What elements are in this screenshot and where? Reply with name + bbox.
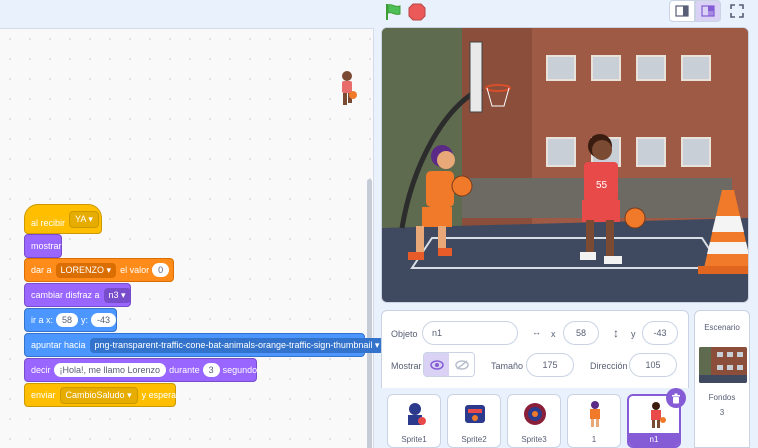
switch-costume-block[interactable]: cambiar disfraz a n3 ▾ <box>24 283 131 307</box>
block-label: al recibir <box>31 218 66 228</box>
say-for-secs-block[interactable]: decir ¡Hola!, me llamo Lorenzo durante 3… <box>24 358 262 382</box>
x-label: x <box>551 329 556 339</box>
block-label: mostrar <box>31 241 62 251</box>
eye-icon <box>429 359 444 370</box>
x-arrows-icon: ↔ <box>532 327 541 337</box>
backdrops-label: Fondos <box>708 393 736 402</box>
eye-hidden-icon <box>454 359 469 370</box>
target-value: png-transparent-traffic-cone-bat-animals… <box>94 339 373 350</box>
trash-icon <box>672 393 680 403</box>
large-stage-icon <box>701 5 715 17</box>
costume-dropdown[interactable]: n3 ▾ <box>103 287 131 303</box>
block-label: segundos <box>222 365 262 375</box>
sprite-list: Sprite1 Sprite2 Sprite3 1 n1 <box>381 388 689 448</box>
sprite-tile[interactable]: 1 <box>567 394 621 448</box>
x-field[interactable]: 58 <box>563 321 599 345</box>
fullscreen-icon <box>730 4 744 18</box>
value-input[interactable]: 0 <box>152 263 170 277</box>
menu-bar <box>0 0 758 24</box>
stage[interactable]: 55 <box>381 27 749 303</box>
show-block[interactable]: mostrar <box>24 234 62 258</box>
y-input[interactable]: -43 <box>91 313 117 327</box>
sprite-tile[interactable]: Sprite3 <box>507 394 561 448</box>
sprite-thumbnail <box>524 403 546 425</box>
direction-label: Dirección <box>590 361 628 371</box>
small-stage-button[interactable] <box>669 0 695 22</box>
sprite-tile[interactable]: Sprite1 <box>387 394 441 448</box>
x-input[interactable]: 58 <box>56 313 79 327</box>
when-i-receive-block[interactable]: al recibir YA ▾ <box>24 204 102 234</box>
block-label: enviar <box>31 390 56 400</box>
large-stage-button[interactable] <box>695 0 721 22</box>
message-value: YA <box>75 214 86 224</box>
green-flag-icon[interactable] <box>383 2 403 22</box>
sprite-name-label: Objeto <box>391 329 418 339</box>
point-towards-block[interactable]: apuntar hacia png-transparent-traffic-co… <box>24 333 385 357</box>
broadcast-value: CambioSaludo <box>65 389 125 400</box>
y-arrows-icon: ↕ <box>613 326 619 340</box>
block-label: ir a x: <box>31 315 54 325</box>
block-label: durante <box>169 365 200 375</box>
stage-scene: 55 <box>382 28 748 302</box>
variable-value: LORENZO <box>60 264 105 275</box>
y-field[interactable]: -43 <box>642 321 678 345</box>
broadcast-and-wait-block[interactable]: enviar CambioSaludo ▾ y esperar <box>24 383 179 407</box>
stage-size-toggle <box>669 0 721 22</box>
sprite-tile-name: n1 <box>629 433 679 446</box>
fullscreen-button[interactable] <box>726 1 748 21</box>
stage-title: Escenario <box>704 323 740 332</box>
sprite-thumbnail <box>651 402 666 428</box>
hide-button[interactable] <box>449 353 474 376</box>
size-field[interactable]: 175 <box>526 353 574 377</box>
sprite-tile-name: 1 <box>591 435 597 444</box>
set-variable-block[interactable]: dar a LORENZO ▾ el valor 0 <box>24 258 174 282</box>
current-sprite-icon <box>342 71 357 105</box>
sprite-name-field[interactable]: n1 <box>422 321 518 345</box>
block-label: apuntar hacia <box>31 340 86 350</box>
sprite-info: Objeto n1 ↔ x 58 ↕ y -43 Mostrar Tamaño … <box>381 310 689 385</box>
sprite-tile[interactable]: Sprite2 <box>447 394 501 448</box>
stop-icon[interactable] <box>407 2 427 22</box>
delete-sprite-button[interactable] <box>666 388 686 408</box>
code-workspace[interactable]: al recibir YA ▾ mostrar dar a LORENZO ▾ … <box>0 28 385 448</box>
size-label: Tamaño <box>491 361 524 371</box>
block-label: el valor <box>120 265 150 275</box>
block-label: decir <box>31 365 51 375</box>
sprite-tile-name: Sprite3 <box>521 435 547 444</box>
stage-selector[interactable]: Escenario Fondos 3 <box>694 310 750 448</box>
svg-text:55: 55 <box>596 180 608 191</box>
message-dropdown[interactable]: YA ▾ <box>69 211 99 228</box>
y-label: y <box>631 329 636 339</box>
go-to-xy-block[interactable]: ir a x: 58 y: -43 <box>24 308 117 332</box>
visibility-toggle <box>423 352 475 377</box>
sprite-thumbnail <box>465 405 485 423</box>
target-dropdown[interactable]: png-transparent-traffic-cone-bat-animals… <box>89 337 385 353</box>
broadcast-dropdown[interactable]: CambioSaludo ▾ <box>59 386 138 404</box>
block-label: y esperar <box>141 390 180 400</box>
sprite-tile-name: Sprite2 <box>461 435 487 444</box>
variable-dropdown[interactable]: LORENZO ▾ <box>55 262 117 278</box>
message-input[interactable]: ¡Hola!, me llamo Lorenzo <box>53 363 167 377</box>
backdrop-thumbnail <box>699 347 747 383</box>
block-label: dar a <box>31 265 52 275</box>
small-stage-icon <box>675 5 689 17</box>
show-button[interactable] <box>424 353 449 376</box>
secs-input[interactable]: 3 <box>202 363 220 377</box>
block-label: cambiar disfraz a <box>31 290 100 300</box>
backdrops-count: 3 <box>719 408 725 417</box>
costume-value: n3 <box>108 289 119 300</box>
direction-field[interactable]: 105 <box>629 353 677 377</box>
sprite-thumbnail <box>408 403 426 425</box>
show-label: Mostrar <box>391 361 422 371</box>
sprite-tile-name: Sprite1 <box>401 435 427 444</box>
code-scrollbar[interactable] <box>367 179 372 448</box>
block-label: y: <box>81 315 89 325</box>
sprite-thumbnail <box>590 401 600 427</box>
